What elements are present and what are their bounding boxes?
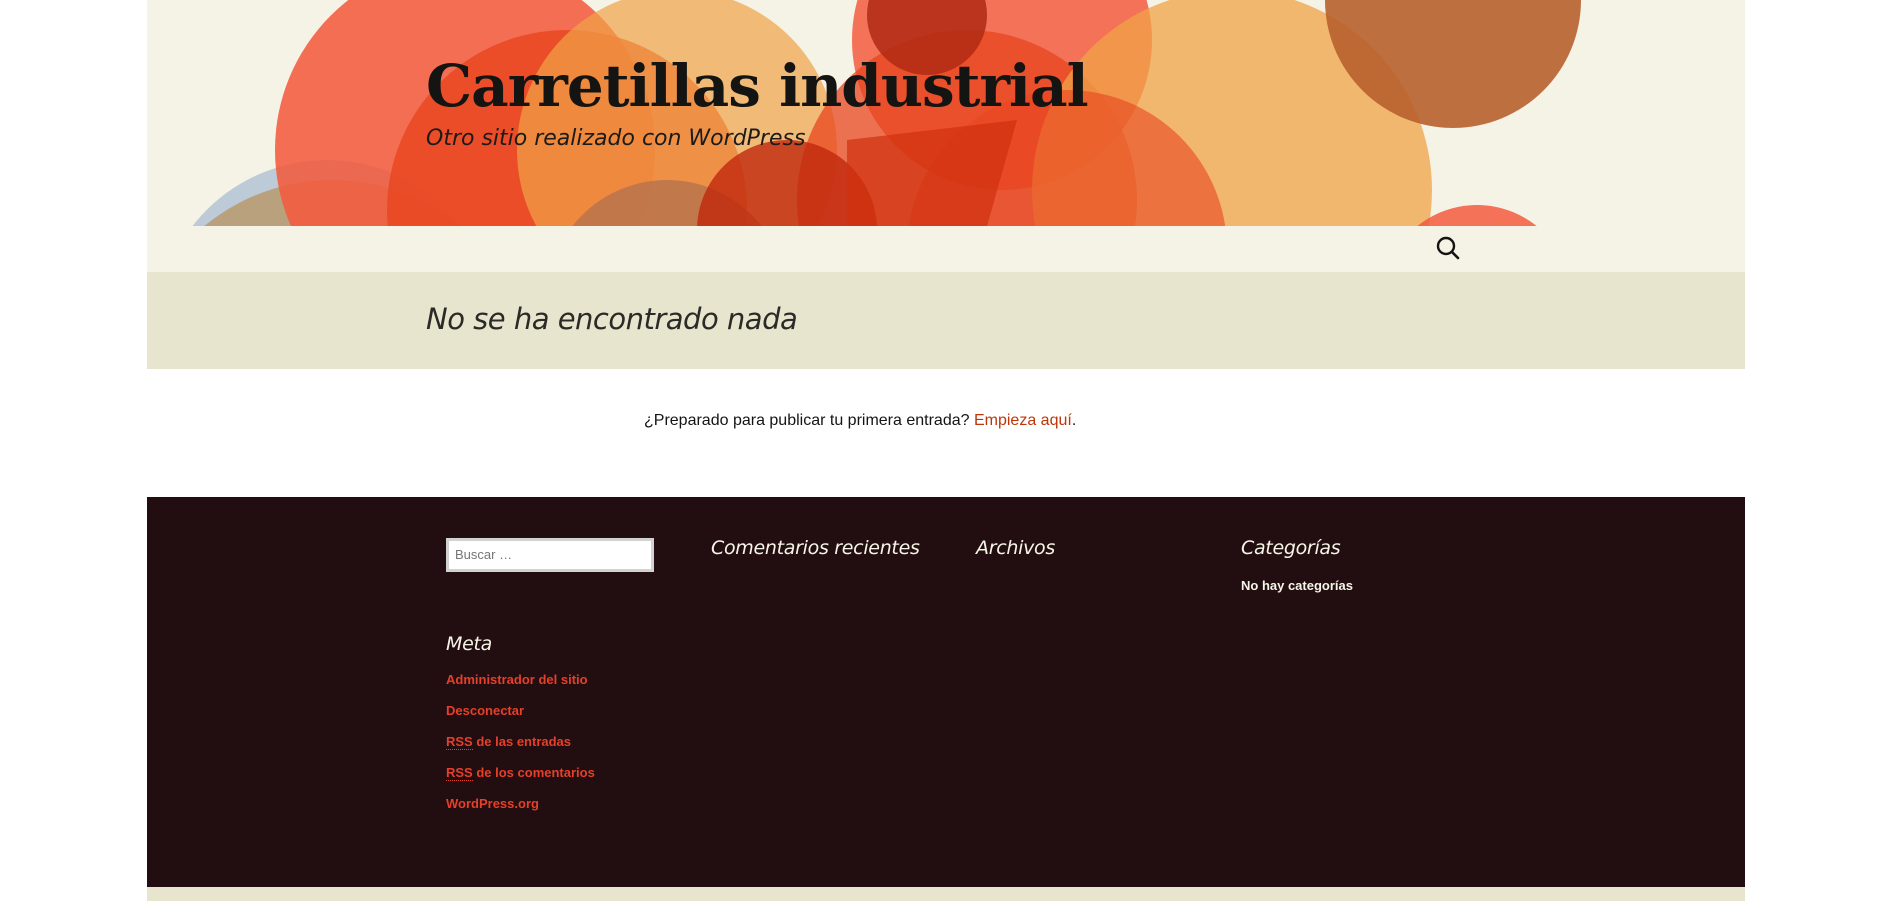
footer-bottom-strip: [147, 887, 1745, 901]
site-title[interactable]: Carretillas industrial: [426, 46, 1089, 126]
rss-abbr: RSS: [446, 734, 473, 750]
entries-rss-label: de las entradas: [472, 734, 572, 749]
rss-abbr: RSS: [446, 765, 473, 781]
no-categories-text: No hay categorías: [1241, 578, 1353, 593]
logout-link[interactable]: Desconectar: [446, 703, 524, 718]
navbar: [147, 226, 1745, 272]
site-footer: Comentarios recientes Archivos Categoría…: [147, 497, 1745, 887]
meta-item-wordpress: WordPress.org: [446, 795, 595, 826]
page-header: No se ha encontrado nada: [147, 272, 1745, 369]
meta-item-logout: Desconectar: [446, 702, 595, 733]
page-content: ¿Preparado para publicar tu primera entr…: [147, 369, 1745, 497]
site-header: Carretillas industrial Otro sitio realiz…: [147, 0, 1745, 272]
search-icon[interactable]: [1433, 234, 1463, 264]
empty-state-end: .: [1071, 412, 1077, 429]
meta-title: Meta: [446, 633, 492, 655]
categories-title: Categorías: [1241, 537, 1341, 559]
comments-rss-link[interactable]: RSS de los comentarios: [446, 765, 595, 781]
comments-rss-label: de los comentarios: [472, 765, 595, 780]
page-title: No se ha encontrado nada: [426, 302, 798, 336]
page: Carretillas industrial Otro sitio realiz…: [147, 0, 1745, 901]
recent-comments-title: Comentarios recientes: [711, 537, 920, 559]
wordpress-org-label: WordPress.org: [446, 796, 539, 811]
site-description: Otro sitio realizado con WordPress: [426, 126, 806, 151]
logout-label: Desconectar: [446, 703, 525, 718]
start-here-link[interactable]: Empieza aquí: [974, 412, 1072, 429]
footer-search-input[interactable]: [446, 538, 654, 572]
meta-item-entries-rss: RSS de las entradas: [446, 733, 595, 764]
archives-title: Archivos: [976, 537, 1055, 559]
empty-state-message: ¿Preparado para publicar tu primera entr…: [644, 411, 1076, 431]
wordpress-org-link[interactable]: WordPress.org: [446, 796, 539, 811]
empty-state-text: ¿Preparado para publicar tu primera entr…: [644, 412, 970, 429]
meta-item-comments-rss: RSS de los comentarios: [446, 764, 595, 795]
site-admin-label: Administrador del sitio: [446, 672, 588, 687]
site-admin-link[interactable]: Administrador del sitio: [446, 672, 588, 687]
meta-links-list: Administrador del sitio Desconectar RSS …: [446, 671, 595, 826]
entries-rss-link[interactable]: RSS de las entradas: [446, 734, 571, 750]
meta-item-admin: Administrador del sitio: [446, 671, 595, 702]
